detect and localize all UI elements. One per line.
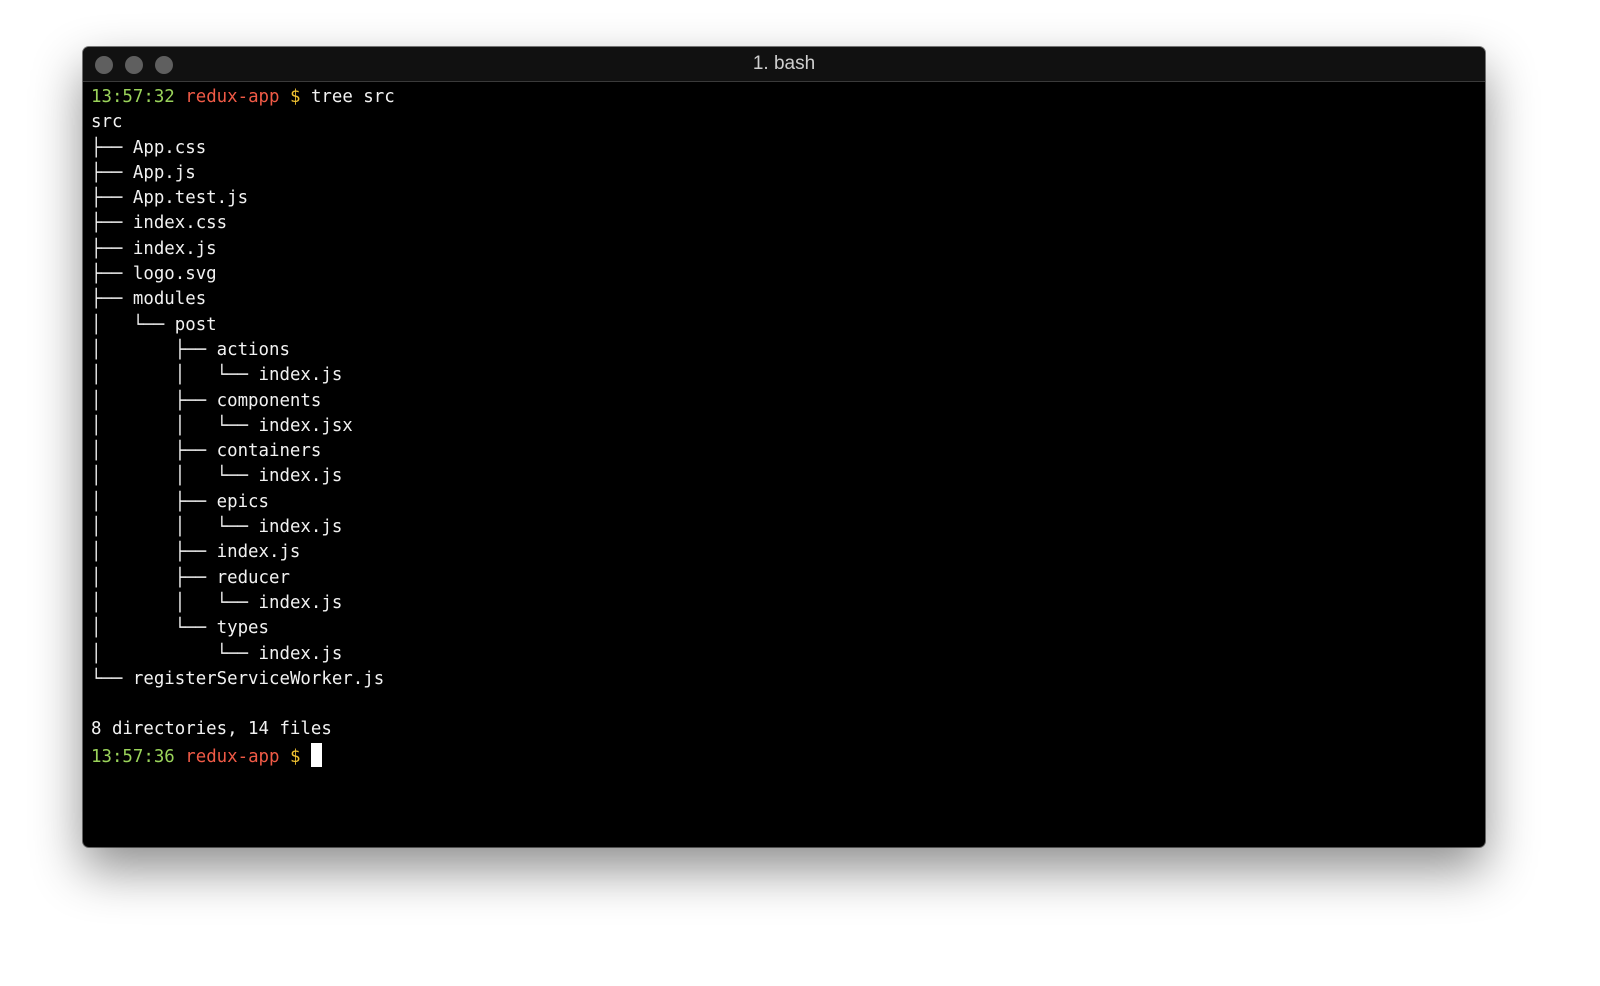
tree-entry-name: registerServiceWorker.js	[132, 668, 385, 689]
prompt-symbol: $	[289, 746, 301, 767]
tree-entry-name: post	[174, 314, 217, 335]
tree-entry: ├── modules	[91, 287, 395, 312]
tree-entry: ├── index.js	[91, 237, 395, 262]
prompt-time: 13:57:32	[91, 87, 175, 107]
tree-branch: │ ├──	[91, 441, 217, 462]
summary-line: 8 directories, 14 files	[91, 719, 332, 740]
tree-entry-name: index.js	[258, 592, 343, 613]
tree-entry: ├── App.js	[91, 161, 395, 186]
prompt-time: 13:57:36	[91, 746, 175, 767]
title-bar: 1. bash	[83, 47, 1485, 82]
tree-entry: ├── App.css	[91, 136, 395, 161]
tree-branch: │ │ └──	[91, 517, 259, 538]
command-text: tree src	[310, 87, 395, 107]
tree-entry-name: index.css	[132, 213, 228, 234]
tree-branch: │ │ └──	[91, 592, 259, 613]
tree-entry: │ └── types	[91, 616, 395, 641]
tree-entry-name: App.js	[132, 162, 196, 183]
tree-entry-name: index.js	[258, 643, 343, 664]
tree-branch: ├──	[91, 289, 133, 310]
prompt-symbol: $	[289, 87, 301, 107]
tree-branch: │ └──	[91, 643, 259, 664]
tree-branch: ├──	[91, 264, 133, 285]
tree-branch: ├──	[91, 188, 133, 209]
tree-entry: src	[91, 110, 395, 135]
tree-branch: ├──	[91, 137, 133, 158]
tree-entry: │ └── post	[91, 313, 395, 338]
tree-entry: │ │ └── index.js	[91, 464, 395, 489]
tree-entry: │ ├── containers	[91, 439, 395, 464]
tree-entry: │ ├── reducer	[91, 566, 395, 591]
prompt-line: 13:57:32 redux-app $ tree src	[91, 85, 395, 110]
tree-entry: ├── index.css	[91, 211, 395, 236]
prompt-host: redux-app	[185, 87, 280, 107]
tree-entry-name: src	[91, 112, 123, 133]
tree-entry-name: index.js	[258, 466, 343, 487]
tree-entry-name: index.js	[258, 365, 343, 386]
tree-entry-name: modules	[132, 289, 207, 310]
tree-branch: │ ├──	[91, 567, 217, 588]
tree-entry: └── registerServiceWorker.js	[91, 667, 395, 692]
tree-entry: │ ├── components	[91, 389, 395, 414]
prompt-host: redux-app	[185, 746, 280, 767]
prompt-line-current: 13:57:36 redux-app $	[91, 742, 395, 768]
tree-branch: │ ├──	[91, 390, 217, 411]
tree-entry: │ ├── index.js	[91, 540, 395, 565]
tree-entry-name: components	[216, 390, 322, 411]
tree-branch: │ │ └──	[91, 466, 259, 487]
tree-entry-name: actions	[216, 339, 290, 360]
tree-entry: │ ├── epics	[91, 490, 395, 515]
tree-branch: │ └──	[91, 314, 175, 335]
tree-branch: ├──	[91, 213, 133, 234]
tree-entry: │ └── index.js	[91, 642, 395, 667]
tree-entry-name: App.css	[132, 137, 207, 158]
tree-branch: ├──	[91, 238, 133, 259]
tree-output: src ├── App.css ├── App.js ├── App.test.js ├…	[91, 110, 395, 692]
tree-branch: │ │ └──	[91, 365, 259, 386]
text-cursor	[310, 742, 322, 767]
tree-branch: │ ├──	[91, 339, 217, 360]
tree-entry-name: logo.svg	[132, 264, 217, 285]
tree-entry-name: index.js	[132, 238, 217, 259]
terminal-window: 1. bash 13:57:32 redux-app $ tree src src ├…	[83, 47, 1485, 847]
terminal-output[interactable]: 13:57:32 redux-app $ tree src src ├── App.…	[91, 85, 395, 768]
window-title: 1. bash	[752, 53, 816, 74]
tree-branch: ├──	[91, 162, 133, 183]
tree-entry: │ │ └── index.js	[91, 363, 395, 388]
tree-branch: │ └──	[91, 618, 217, 639]
tree-entry-name: index.js	[258, 517, 343, 538]
tree-entry-name: reducer	[216, 567, 290, 588]
tree-entry: │ │ └── index.jsx	[91, 414, 395, 439]
tree-branch: │ ├──	[91, 542, 217, 563]
tree-entry-name: App.test.js	[132, 188, 249, 209]
tree-branch: │ ├──	[91, 491, 217, 512]
tree-entry-name: epics	[216, 491, 269, 512]
tree-entry: │ │ └── index.js	[91, 515, 395, 540]
tree-entry: │ │ └── index.js	[91, 591, 395, 616]
tree-entry: ├── App.test.js	[91, 186, 395, 211]
tree-entry-name: types	[216, 618, 269, 639]
tree-branch: └──	[91, 668, 133, 689]
tree-entry-name: containers	[216, 441, 322, 462]
tree-entry: ├── logo.svg	[91, 262, 395, 287]
tree-entry-name: index.jsx	[258, 415, 353, 436]
tree-branch: │ │ └──	[91, 415, 259, 436]
tree-entry-name: index.js	[216, 542, 301, 563]
tree-entry: │ ├── actions	[91, 338, 395, 363]
